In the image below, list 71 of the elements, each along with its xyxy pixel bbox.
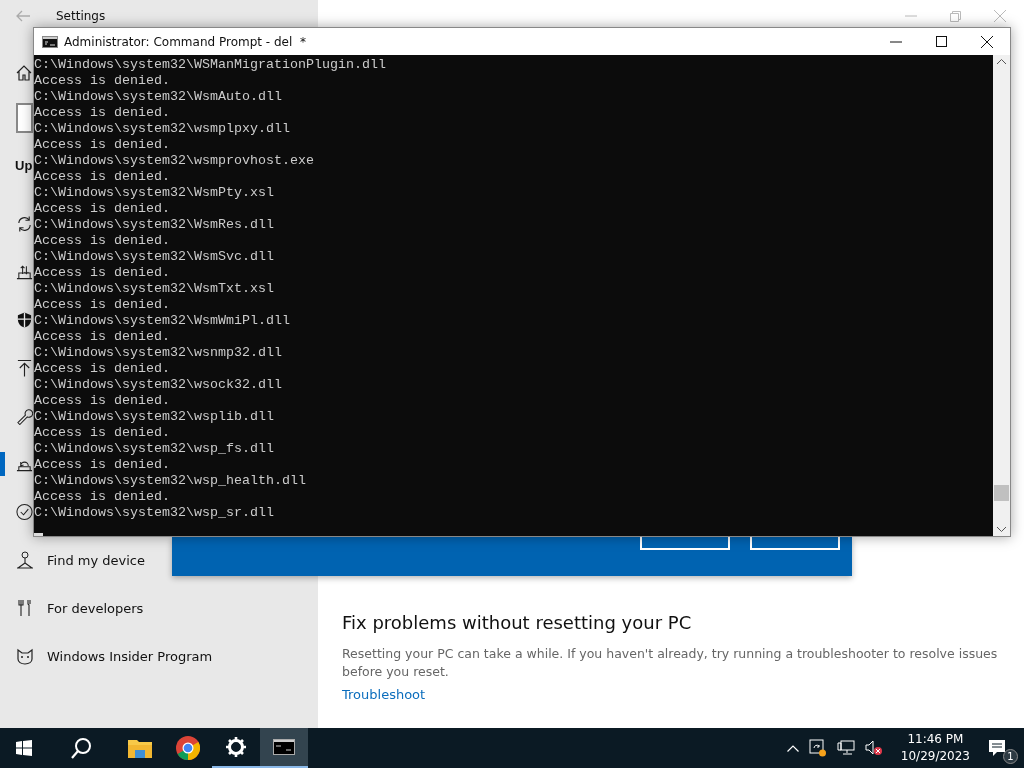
console-line: Access is denied. bbox=[34, 265, 171, 281]
sync-icon bbox=[16, 215, 33, 233]
console-line: Access is denied. bbox=[34, 425, 171, 441]
wrench-icon bbox=[16, 407, 33, 425]
tools-icon bbox=[16, 599, 34, 617]
console-line: C:\Windows\system32\WsmAuto.dll bbox=[34, 89, 283, 105]
shield-icon bbox=[16, 311, 33, 329]
console-line: Access is denied. bbox=[34, 169, 171, 185]
cat-face-icon bbox=[16, 647, 34, 665]
console-line: C:\Windows\system32\wsock32.dll bbox=[34, 377, 283, 393]
console-line: Access is denied. bbox=[34, 361, 171, 377]
console-line: C:\Windows\system32\wsp_health.dll bbox=[34, 473, 307, 489]
console-line: C:\Windows\system32\wsp_sr.dll bbox=[34, 505, 275, 521]
sidebar-item[interactable]: For developers bbox=[0, 584, 144, 632]
console-icon bbox=[42, 35, 58, 48]
sidebar-heading: Up bbox=[15, 158, 33, 174]
console-line: Access is denied. bbox=[34, 489, 171, 505]
upload-tray-icon bbox=[16, 263, 33, 281]
console-line: Access is denied. bbox=[34, 297, 171, 313]
console-line: Access is denied. bbox=[34, 329, 171, 345]
window-title: Settings bbox=[56, 9, 106, 23]
notification-icon[interactable] bbox=[988, 739, 1006, 757]
person-pin-icon bbox=[16, 551, 34, 569]
console-icon bbox=[273, 739, 295, 755]
console-line: Access is denied. bbox=[34, 73, 171, 89]
console-line: C:\Windows\system32\WsmPty.xsl bbox=[34, 185, 275, 201]
console-line: C:\Windows\system32\WsmRes.dll bbox=[34, 217, 275, 233]
window-title: Administrator: Command Prompt - del * bbox=[64, 34, 306, 49]
chevron-up-icon[interactable] bbox=[786, 744, 799, 752]
console-line: C:\Windows\system32\wsnmp32.dll bbox=[34, 345, 283, 361]
console-line: C:\Windows\system32\WSManMigrationPlugin.dll bbox=[34, 57, 387, 73]
console-line: C:\Windows\system32\WsmTxt.xsl bbox=[34, 281, 275, 297]
search-field[interactable] bbox=[16, 103, 33, 133]
console-line: Access is denied. bbox=[34, 137, 171, 153]
console-line: C:\Windows\system32\wsmplpxy.dll bbox=[34, 121, 291, 137]
clock-date[interactable]: 10/29/2023 bbox=[900, 748, 970, 765]
section-heading: Fix problems without resetting your PC bbox=[342, 612, 693, 633]
muted-speaker-icon[interactable] bbox=[864, 740, 883, 756]
console-line: Access is denied. bbox=[34, 457, 171, 473]
taskbar-app[interactable] bbox=[260, 728, 308, 768]
sidebar-item[interactable]: Find my device bbox=[0, 536, 145, 584]
clock-time[interactable]: 11:46 PM bbox=[907, 731, 964, 748]
console-line: C:\Windows\system32\wsplib.dll bbox=[34, 409, 275, 425]
maximize-icon[interactable] bbox=[936, 36, 947, 47]
scrollbar-thumb[interactable] bbox=[994, 485, 1009, 501]
console-line: C:\Windows\system32\WsmSvc.dll bbox=[34, 249, 275, 265]
console-line: C:\Windows\system32\wsp_fs.dll bbox=[34, 441, 275, 457]
network-icon[interactable] bbox=[836, 740, 855, 756]
upload-arrow-icon bbox=[16, 359, 33, 377]
sync-status-icon[interactable] bbox=[808, 739, 827, 757]
check-circle-icon bbox=[16, 503, 33, 521]
console-line: Access is denied. bbox=[34, 393, 171, 409]
home-icon[interactable] bbox=[16, 65, 32, 81]
console-line: Access is denied. bbox=[34, 233, 171, 249]
notification-badge: 1 bbox=[1003, 749, 1018, 764]
console-line: Access is denied. bbox=[34, 201, 171, 217]
close-icon[interactable] bbox=[981, 35, 993, 48]
text-cursor bbox=[34, 533, 43, 536]
minimize-icon[interactable] bbox=[890, 40, 902, 43]
troubleshoot-link[interactable]: Troubleshoot bbox=[342, 687, 1002, 702]
console-line: Access is denied. bbox=[34, 105, 171, 121]
sidebar-item[interactable]: Windows Insider Program bbox=[0, 632, 213, 680]
scroll-down-icon[interactable] bbox=[997, 527, 1006, 532]
folder-icon bbox=[128, 738, 152, 758]
scroll-up-icon[interactable] bbox=[997, 59, 1006, 64]
scrollbar[interactable] bbox=[993, 55, 1010, 536]
console-line: C:\Windows\system32\WsmWmiPl.dll bbox=[34, 313, 291, 329]
section-text: Resetting your PC can take a while. If you haven't already, try running a troubleshooter to resolve issues before you reset. bbox=[342, 645, 999, 681]
console-line: C:\Windows\system32\wsmprovhost.exe bbox=[34, 153, 315, 169]
browser-icon bbox=[176, 736, 200, 760]
gear-icon bbox=[226, 737, 246, 757]
